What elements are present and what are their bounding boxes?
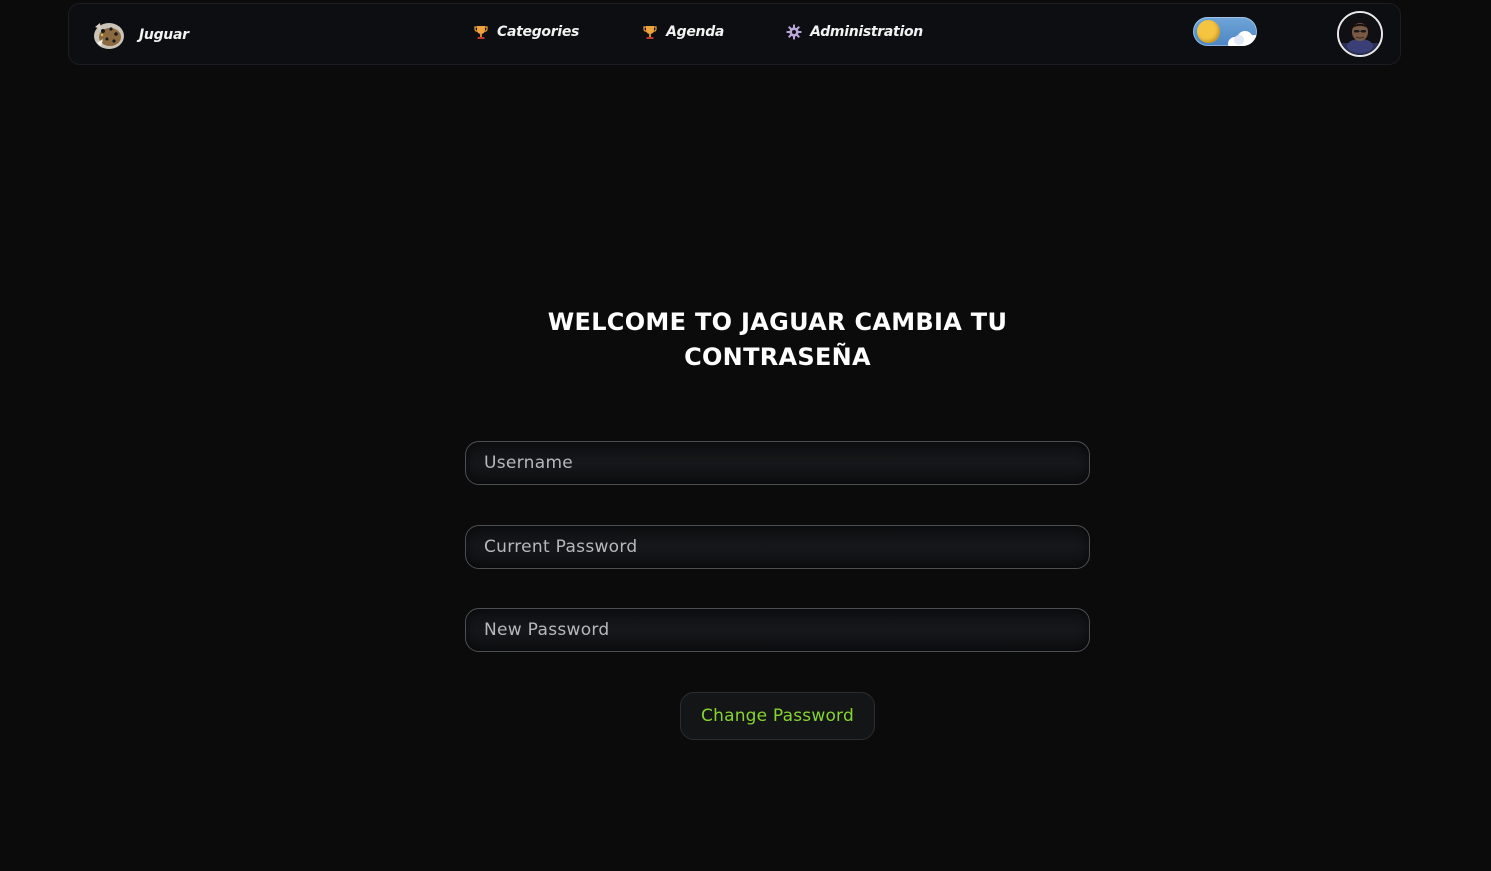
change-password-button[interactable]: Change Password — [680, 692, 875, 740]
nav-item-administration[interactable]: Administration — [786, 24, 923, 40]
current-password-field — [465, 525, 1090, 569]
main-nav: Categories Agenda Administration — [473, 24, 923, 40]
nav-label-categories: Categories — [497, 24, 580, 40]
jaguar-logo-icon — [89, 15, 129, 55]
page-title-text: WELCOME TO JAGUAR CAMBIA TU CONTRASEÑA — [547, 308, 1008, 371]
nav-label-administration: Administration — [810, 24, 923, 40]
brand[interactable]: Juguar — [89, 15, 189, 55]
trophy-icon — [642, 24, 658, 40]
username-field — [465, 441, 1090, 485]
page-title: WELCOME TO JAGUAR CAMBIA TU CONTRASEÑA — [0, 305, 1491, 375]
nav-item-agenda[interactable]: Agenda — [642, 24, 724, 40]
trophy-icon — [473, 24, 489, 40]
brand-name: Juguar — [139, 27, 189, 43]
new-password-field — [465, 608, 1090, 652]
gear-icon — [786, 24, 802, 40]
top-navbar: Juguar Categories Agenda Administration — [68, 3, 1401, 65]
nav-label-agenda: Agenda — [666, 24, 725, 40]
new-password-input[interactable] — [466, 609, 1089, 651]
theme-toggle[interactable] — [1193, 17, 1257, 46]
user-avatar[interactable] — [1337, 11, 1383, 57]
username-input[interactable] — [466, 442, 1089, 484]
current-password-input[interactable] — [466, 526, 1089, 568]
cloud-icon — [1223, 30, 1257, 46]
sun-icon — [1197, 20, 1220, 43]
nav-item-categories[interactable]: Categories — [473, 24, 579, 40]
